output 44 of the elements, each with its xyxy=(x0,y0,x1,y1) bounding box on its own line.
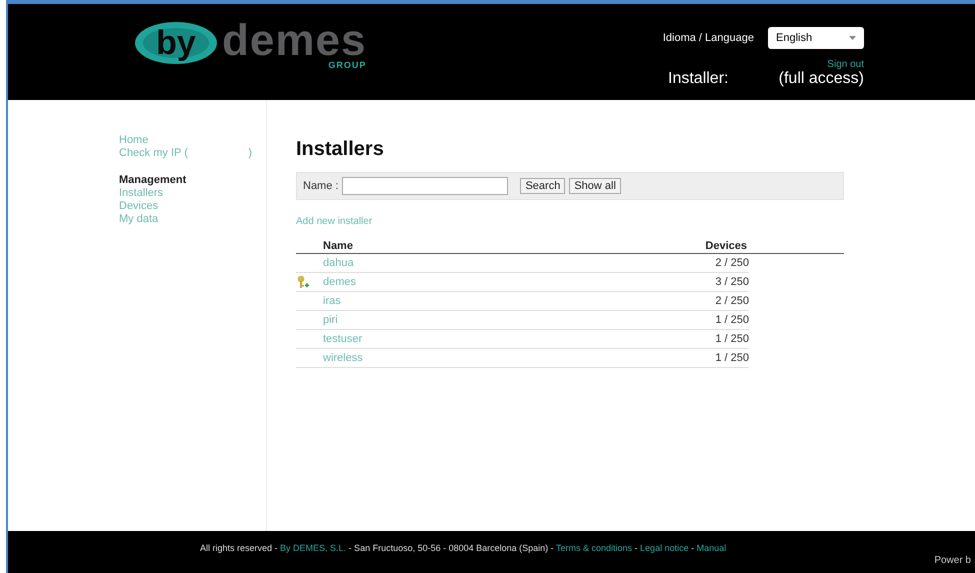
table-cell-text: 2 / 250 xyxy=(714,257,749,269)
logo-ellipse-icon xyxy=(134,20,218,66)
user-access: (full access) xyxy=(778,70,864,88)
installer-link[interactable]: piri xyxy=(323,314,649,326)
column-header: Devices xyxy=(704,240,747,252)
footer-link[interactable]: By DEMES, S.L. xyxy=(280,543,346,553)
sidebar-link[interactable]: Devices xyxy=(119,200,266,213)
sidebar-heading: Management xyxy=(119,174,188,187)
powered-by-text: Power b xyxy=(934,555,971,566)
show-all-button[interactable]: Show all xyxy=(569,178,621,194)
table-cell-text: 2 / 250 xyxy=(714,295,749,307)
sign-out-link[interactable]: Sign out xyxy=(827,59,864,70)
name-label: Name : xyxy=(303,180,338,192)
key-plus-icon xyxy=(296,275,310,289)
footer-link[interactable]: Legal notice xyxy=(640,543,689,553)
sidebar-link[interactable]: Home xyxy=(119,134,266,147)
page-title: Installers xyxy=(296,138,385,161)
sidebar-link[interactable]: Installers xyxy=(119,187,266,200)
footer-link[interactable]: Manual xyxy=(696,543,726,553)
table-cell-text: 1 / 250 xyxy=(714,314,749,326)
table-cell-text: 3 / 250 xyxy=(714,276,749,288)
caret-icon xyxy=(849,36,856,40)
installer-link[interactable]: dahua xyxy=(323,257,649,269)
column-header: Name xyxy=(323,240,354,252)
language-select[interactable]: English xyxy=(768,27,864,49)
search-button[interactable]: Search xyxy=(520,178,566,194)
installer-link[interactable]: demes xyxy=(323,276,649,288)
sidebar-link[interactable]: Check my IP ( xyxy=(119,147,188,160)
footer-link[interactable]: Terms & conditions xyxy=(556,543,632,553)
logo-name: demes xyxy=(222,20,366,62)
installer-link[interactable]: iras xyxy=(323,295,649,307)
sidebar-link[interactable]: My data xyxy=(119,213,266,226)
name-input[interactable] xyxy=(342,177,508,195)
logo-mark: by xyxy=(156,26,196,60)
add-installer-link[interactable]: Add new installer xyxy=(296,216,372,227)
table-cell-text: 1 / 250 xyxy=(714,333,749,345)
user-role: Installer: xyxy=(668,70,728,88)
installer-link[interactable]: testuser xyxy=(323,333,649,345)
footer-text: All rights reserved - By DEMES, S.L. - San Fructuoso, 50-56 - 08004 Barcelona (Spain) - Terms & conditions - Legal notice - Manual xyxy=(200,543,726,555)
table-cell-text: 1 / 250 xyxy=(714,352,749,364)
language-label: Idioma / Language xyxy=(662,32,754,44)
installer-link[interactable]: wireless xyxy=(323,352,649,364)
sidebar-link-tail[interactable]: ) xyxy=(248,147,252,160)
logo-tagline: GROUP xyxy=(328,60,366,70)
